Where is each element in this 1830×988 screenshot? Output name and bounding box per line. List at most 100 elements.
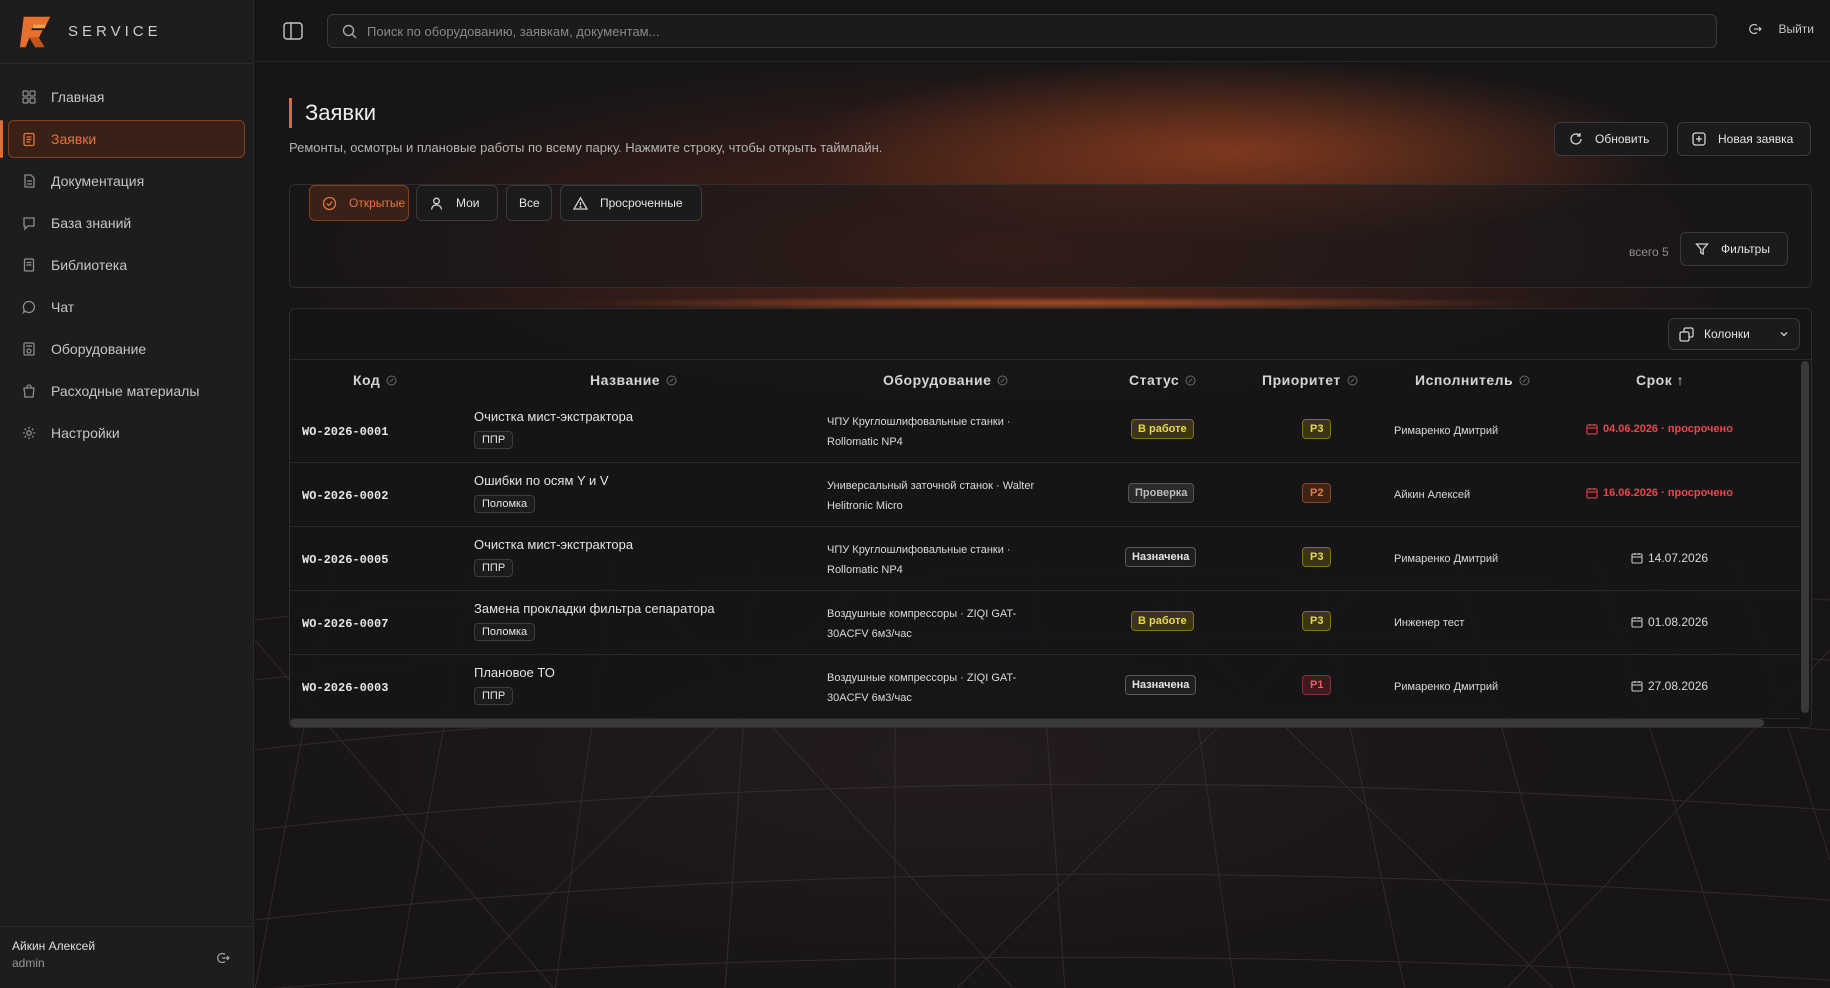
info-icon bbox=[1185, 375, 1196, 386]
sidebar-item-library[interactable]: Библиотека bbox=[8, 246, 245, 284]
row-name: Плановое ТО bbox=[474, 665, 555, 680]
tab-open[interactable]: Открытые bbox=[309, 185, 409, 221]
brand-name: SERVICE bbox=[68, 23, 162, 40]
sidebar-item-docs[interactable]: Документация bbox=[8, 162, 245, 200]
brand: SERVICE bbox=[0, 0, 253, 64]
column-header-priority[interactable]: Приоритет bbox=[1262, 372, 1358, 388]
row-code: WO-2026-0003 bbox=[302, 681, 389, 695]
chevron-down-icon bbox=[1779, 329, 1789, 339]
table-row[interactable]: WO-2026-0005 Очистка мист-экстрактора ПП… bbox=[290, 527, 1800, 591]
refresh-button[interactable]: Обновить bbox=[1554, 122, 1668, 156]
horizontal-scrollbar[interactable] bbox=[290, 719, 1764, 727]
columns-button[interactable]: Колонки bbox=[1668, 318, 1800, 350]
row-name: Замена прокладки фильтра сепаратора bbox=[474, 601, 715, 616]
columns-icon bbox=[1679, 326, 1694, 342]
check-circle-icon bbox=[322, 196, 337, 211]
row-equipment: Воздушные компрессоры · ZIQI GAT-30ACFV … bbox=[827, 608, 1017, 640]
priority-badge: P1 bbox=[1302, 675, 1332, 695]
sidebar-item-label: Чат bbox=[51, 299, 75, 315]
row-assignee: Римаренко Дмитрий bbox=[1394, 425, 1499, 437]
priority-badge: P2 bbox=[1302, 483, 1332, 503]
chat-icon bbox=[21, 299, 37, 315]
page-title: Заявки bbox=[305, 100, 377, 125]
row-code: WO-2026-0002 bbox=[302, 489, 389, 503]
priority-badge: P3 bbox=[1302, 419, 1332, 439]
sidebar-toggle-icon[interactable] bbox=[283, 22, 303, 40]
tab-label: Мои bbox=[456, 196, 480, 210]
calendar-icon bbox=[1631, 552, 1643, 564]
row-assignee: Римаренко Дмитрий bbox=[1394, 553, 1499, 565]
logout-icon[interactable] bbox=[216, 951, 230, 965]
row-equipment: Воздушные компрессоры · ZIQI GAT-30ACFV … bbox=[827, 672, 1017, 704]
status-badge: Проверка bbox=[1128, 483, 1195, 503]
sidebar-item-label: Расходные материалы bbox=[51, 383, 200, 399]
refresh-label: Обновить bbox=[1595, 132, 1650, 146]
logout-button[interactable]: Выйти bbox=[1748, 22, 1814, 36]
sidebar-item-settings[interactable]: Настройки bbox=[8, 414, 245, 452]
plus-square-icon bbox=[1692, 132, 1706, 146]
table-row[interactable]: WO-2026-0002 Ошибки по осям Y и V Поломк… bbox=[290, 463, 1800, 527]
column-header-due[interactable]: Срок ↑ bbox=[1636, 372, 1684, 388]
device-icon bbox=[21, 341, 37, 357]
new-request-label: Новая заявка bbox=[1718, 132, 1794, 146]
row-assignee: Айкин Алексей bbox=[1394, 489, 1471, 501]
row-tag: Поломка bbox=[474, 623, 536, 641]
search-icon bbox=[342, 24, 357, 38]
logo-icon bbox=[19, 16, 51, 47]
new-request-button[interactable]: Новая заявка bbox=[1677, 122, 1811, 156]
sidebar-item-chat[interactable]: Чат bbox=[8, 288, 245, 326]
sidebar-item-knowledge[interactable]: База знаний bbox=[8, 204, 245, 242]
user-role: admin bbox=[12, 956, 45, 970]
column-header-equipment[interactable]: Оборудование bbox=[883, 372, 1008, 388]
sidebar-item-requests[interactable]: Заявки bbox=[8, 120, 245, 158]
requests-table: Колонки Код Название Оборудование Статус… bbox=[289, 308, 1812, 728]
search-input[interactable] bbox=[367, 23, 1667, 39]
row-code: WO-2026-0005 bbox=[302, 553, 389, 567]
row-equipment: ЧПУ Круглошлифовальные станки · Rollomat… bbox=[827, 416, 1011, 448]
table-header: Код Название Оборудование Статус Приорит… bbox=[290, 359, 1811, 399]
row-tag: ППР bbox=[474, 559, 514, 577]
tab-all[interactable]: Все bbox=[506, 185, 552, 221]
tab-overdue[interactable]: Просроченные bbox=[560, 185, 702, 221]
vertical-scrollbar[interactable] bbox=[1801, 361, 1809, 713]
sidebar-item-label: Документация bbox=[51, 173, 145, 189]
title-accent bbox=[289, 98, 292, 128]
columns-label: Колонки bbox=[1704, 327, 1750, 341]
refresh-icon bbox=[1569, 132, 1583, 146]
status-badge: Назначена bbox=[1125, 675, 1197, 695]
table-row[interactable]: WO-2026-0003 Плановое ТО ППР Воздушные к… bbox=[290, 655, 1800, 719]
tab-label: Открытые bbox=[349, 196, 406, 210]
sidebar-item-home[interactable]: Главная bbox=[8, 78, 245, 116]
user-box: Айкин Алексей admin bbox=[0, 926, 254, 988]
row-name: Очистка мист-экстрактора bbox=[474, 537, 634, 552]
status-badge: В работе bbox=[1131, 419, 1194, 439]
sidebar: SERVICE Главная Заявки Документация База… bbox=[0, 0, 254, 988]
column-header-code[interactable]: Код bbox=[353, 372, 397, 388]
table-row[interactable]: WO-2026-0007 Замена прокладки фильтра се… bbox=[290, 591, 1800, 655]
clipboard-icon bbox=[21, 131, 37, 147]
due-text: 27.08.2026 bbox=[1648, 679, 1709, 693]
due-text: 14.07.2026 bbox=[1648, 551, 1709, 565]
filters-button[interactable]: Фильтры bbox=[1680, 232, 1788, 266]
tab-mine[interactable]: Мои bbox=[416, 185, 498, 221]
sidebar-item-equipment[interactable]: Оборудование bbox=[8, 330, 245, 368]
search-box[interactable] bbox=[327, 14, 1717, 48]
column-header-status[interactable]: Статус bbox=[1129, 372, 1196, 388]
priority-badge: P3 bbox=[1302, 611, 1332, 631]
info-icon bbox=[386, 375, 397, 386]
total-count: всего 5 bbox=[1629, 245, 1669, 259]
grid-icon bbox=[21, 89, 37, 105]
info-icon bbox=[666, 375, 677, 386]
calendar-icon bbox=[1631, 616, 1643, 628]
filter-panel: Открытые Мои Все Просроченные всего 5 bbox=[289, 184, 1812, 288]
column-header-name[interactable]: Название bbox=[590, 372, 677, 388]
sidebar-item-consumables[interactable]: Расходные материалы bbox=[8, 372, 245, 410]
column-header-assignee[interactable]: Исполнитель bbox=[1415, 372, 1530, 388]
row-assignee: Римаренко Дмитрий bbox=[1394, 681, 1499, 693]
sidebar-item-label: Библиотека bbox=[51, 257, 128, 273]
table-row[interactable]: WO-2026-0001 Очистка мист-экстрактора ПП… bbox=[290, 399, 1800, 463]
logout-label: Выйти bbox=[1778, 22, 1814, 36]
row-due: 04.06.2026 · просрочено bbox=[1586, 423, 1733, 435]
sidebar-item-label: Заявки bbox=[51, 131, 97, 147]
due-text: 04.06.2026 · просрочено bbox=[1603, 423, 1733, 435]
